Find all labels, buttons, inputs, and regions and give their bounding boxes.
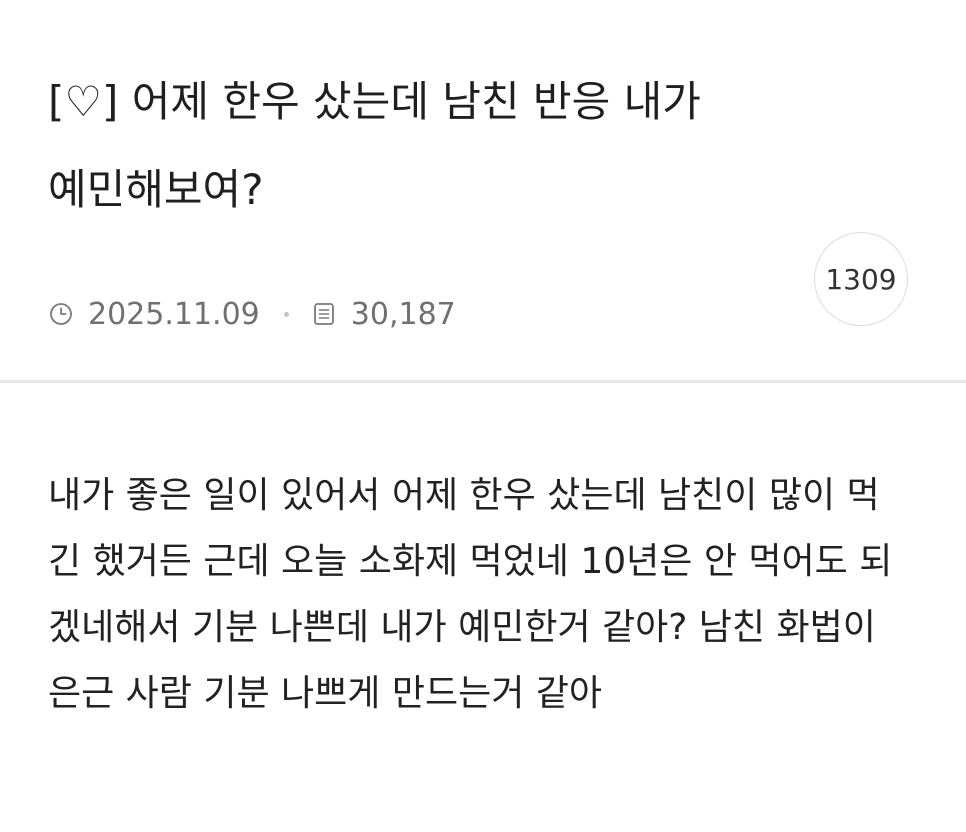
post-views: 30,187 bbox=[350, 296, 456, 332]
document-icon bbox=[311, 301, 337, 327]
post-date: 2025.11.09 bbox=[88, 296, 260, 332]
post-title: [♡] 어제 한우 샀는데 남친 반응 내가 예민해보여? bbox=[48, 77, 701, 214]
comment-count-button[interactable]: 1309 bbox=[814, 232, 908, 326]
comment-count: 1309 bbox=[825, 262, 897, 296]
post-body: 내가 좋은 일이 있어서 어제 한우 샀는데 남친이 많이 먹긴 했거든 근데 … bbox=[48, 475, 893, 714]
post-meta: 2025.11.09 30,187 bbox=[48, 294, 456, 334]
post-header: [♡] 어제 한우 샀는데 남친 반응 내가 예민해보여? 2025.11.09… bbox=[0, 0, 966, 380]
clock-icon bbox=[48, 301, 74, 327]
header-divider bbox=[0, 380, 966, 383]
meta-separator bbox=[283, 311, 289, 317]
